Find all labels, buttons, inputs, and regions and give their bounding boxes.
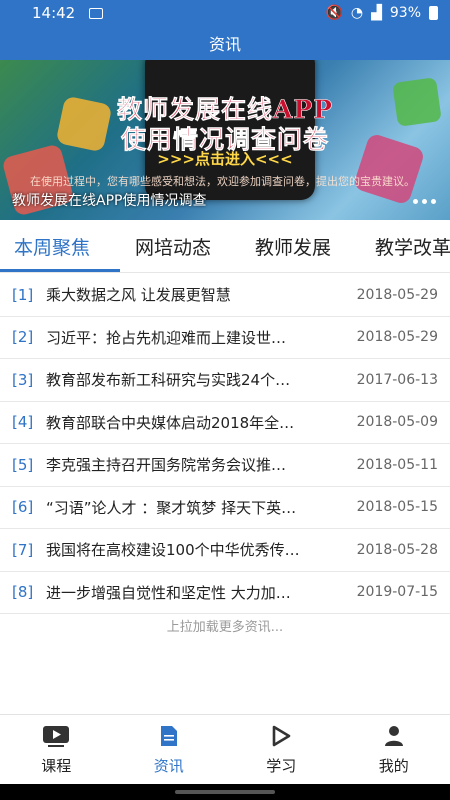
news-item[interactable]: [3] 教育部发布新工科研究与实践24个… 2017-06-13 bbox=[0, 359, 450, 402]
signal-icon: ▟ bbox=[371, 5, 382, 21]
system-nav-bar bbox=[0, 784, 450, 800]
image-notification-icon bbox=[89, 7, 104, 19]
news-index: [7] bbox=[12, 540, 34, 559]
banner-enter-link: >>>点击进入<<< bbox=[157, 150, 293, 168]
news-index: [3] bbox=[12, 370, 34, 389]
news-title: 教育部联合中央媒体启动2018年全… bbox=[46, 413, 295, 432]
news-date: 2018-05-28 bbox=[356, 541, 438, 558]
tab-training-news[interactable]: 网培动态 bbox=[135, 220, 211, 272]
tab-weekly-focus[interactable]: 本周聚焦 bbox=[14, 220, 90, 272]
nav-label: 我的 bbox=[378, 757, 409, 775]
banner-subtext: 在使用过程中，您有哪些感受和想法，欢迎参加调查问卷，提出您的宝贵建议。 bbox=[30, 175, 415, 188]
news-title: 教育部发布新工科研究与实践24个… bbox=[46, 371, 291, 390]
news-list: [1] 乘大数据之风 让发展更智慧 2018-05-29 [2] 习近平：抢占先… bbox=[0, 274, 450, 614]
battery-percent: 93% bbox=[389, 5, 421, 21]
document-icon bbox=[160, 726, 177, 746]
news-index: [8] bbox=[12, 583, 34, 602]
nav-label: 课程 bbox=[41, 757, 72, 775]
news-item[interactable]: [4] 教育部联合中央媒体启动2018年全… 2018-05-09 bbox=[0, 402, 450, 444]
category-tabs: 本周聚焦 网培动态 教师发展 教学改革 bbox=[0, 220, 450, 273]
news-item[interactable]: [7] 我国将在高校建设100个中华优秀传… 2018-05-28 bbox=[0, 529, 450, 572]
nav-item-news[interactable]: 资讯 bbox=[113, 715, 226, 784]
status-bar: 14:42 🔇 ◔ ▟ 93% bbox=[0, 0, 450, 26]
wifi-icon: ◔ bbox=[350, 5, 364, 21]
news-index: [6] bbox=[12, 498, 34, 517]
bottom-nav: 课程 资讯 学习 我的 bbox=[0, 714, 450, 784]
news-title: 习近平：抢占先机迎难而上建设世… bbox=[46, 328, 287, 347]
news-title: 进一步增强自觉性和坚定性 大力加… bbox=[46, 583, 291, 602]
news-index: [4] bbox=[12, 413, 34, 432]
tab-teacher-development[interactable]: 教师发展 bbox=[255, 220, 331, 272]
play-icon bbox=[272, 725, 291, 747]
page-title: 资讯 bbox=[208, 35, 241, 54]
news-item[interactable]: [1] 乘大数据之风 让发展更智慧 2018-05-29 bbox=[0, 274, 450, 317]
news-title: “习语”论人才 ：聚才筑梦 择天下英… bbox=[46, 498, 297, 517]
news-title: 我国将在高校建设100个中华优秀传… bbox=[46, 541, 300, 560]
banner-carousel[interactable]: 教师发展在线APP 使用情况调查问卷 >>>点击进入<<< 在使用过程中，您有哪… bbox=[0, 60, 450, 220]
news-index: [1] bbox=[12, 285, 34, 304]
news-date: 2018-05-15 bbox=[356, 499, 438, 516]
news-date: 2018-05-09 bbox=[356, 414, 438, 431]
mute-icon: 🔇 bbox=[325, 5, 343, 21]
nav-item-courses[interactable]: 课程 bbox=[0, 715, 113, 784]
banner-caption: 教师发展在线APP使用情况调查 bbox=[12, 193, 207, 209]
status-right: 🔇 ◔ ▟ 93% bbox=[325, 5, 438, 21]
news-title: 李克强主持召开国务院常务会议推… bbox=[46, 456, 287, 475]
status-time: 14:42 bbox=[32, 4, 76, 22]
battery-icon bbox=[429, 6, 438, 20]
news-date: 2018-05-29 bbox=[356, 286, 438, 303]
carousel-indicator bbox=[413, 199, 436, 204]
news-date: 2017-06-13 bbox=[356, 371, 438, 388]
app-bar: 资讯 bbox=[0, 26, 450, 60]
news-date: 2019-07-15 bbox=[356, 584, 438, 601]
news-title: 乘大数据之风 让发展更智慧 bbox=[46, 286, 231, 305]
load-more-hint: 上拉加载更多资讯... bbox=[166, 620, 284, 635]
nav-item-study[interactable]: 学习 bbox=[225, 715, 338, 784]
active-tab-indicator bbox=[0, 269, 120, 272]
news-item[interactable]: [8] 进一步增强自觉性和坚定性 大力加… 2019-07-15 bbox=[0, 572, 450, 614]
news-index: [5] bbox=[12, 455, 34, 474]
nav-item-profile[interactable]: 我的 bbox=[338, 715, 450, 784]
nav-label: 资讯 bbox=[153, 757, 184, 775]
news-item[interactable]: [5] 李克强主持召开国务院常务会议推… 2018-05-11 bbox=[0, 444, 450, 487]
news-date: 2018-05-29 bbox=[356, 329, 438, 346]
news-date: 2018-05-11 bbox=[356, 456, 438, 473]
video-icon bbox=[43, 726, 70, 747]
news-item[interactable]: [2] 习近平：抢占先机迎难而上建设世… 2018-05-29 bbox=[0, 317, 450, 359]
home-indicator[interactable] bbox=[175, 790, 275, 794]
person-icon bbox=[384, 726, 403, 746]
news-index: [2] bbox=[12, 328, 34, 347]
tab-teaching-reform[interactable]: 教学改革 bbox=[375, 220, 450, 272]
news-item[interactable]: [6] “习语”论人才 ：聚才筑梦 择天下英… 2018-05-15 bbox=[0, 487, 450, 529]
nav-label: 学习 bbox=[266, 757, 297, 775]
